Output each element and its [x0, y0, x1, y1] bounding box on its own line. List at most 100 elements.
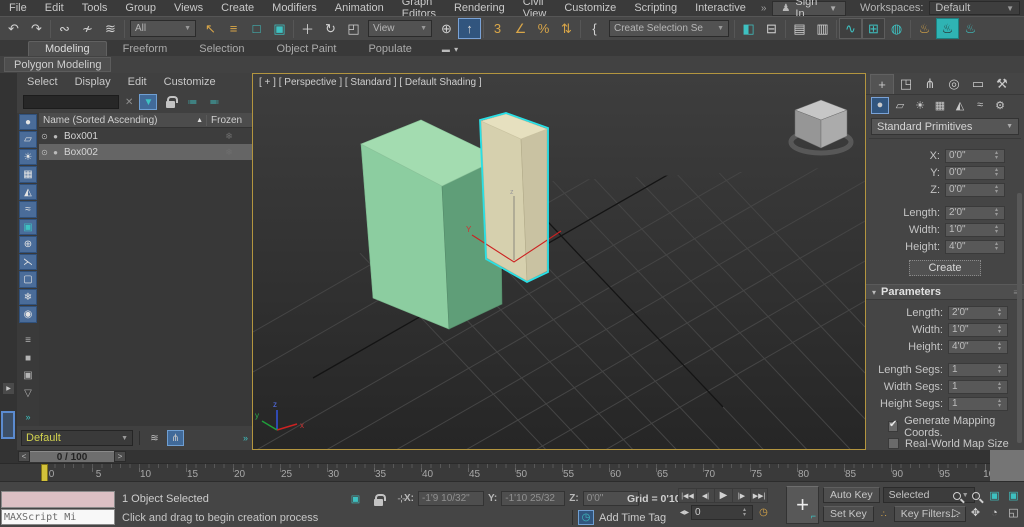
auto-key-button[interactable]: Auto Key: [823, 487, 880, 503]
redo-button[interactable]: ↷: [25, 18, 48, 39]
manage-layers-button[interactable]: ▤: [788, 18, 811, 39]
sync-selection-toggle[interactable]: ≕: [205, 94, 223, 110]
window-crossing-toggle[interactable]: ▣: [268, 18, 291, 39]
table-row-box002[interactable]: ⊙ ● Box002 ❄: [39, 144, 252, 160]
select-by-name-button[interactable]: ≡: [222, 18, 245, 39]
custom-filter-button[interactable]: ▽: [19, 385, 37, 401]
menu-views[interactable]: Views: [165, 0, 212, 16]
rendered-frame-window-button[interactable]: ♨: [936, 18, 959, 39]
clear-search-icon[interactable]: ✕: [123, 97, 135, 108]
sort-by-layer-button[interactable]: ≋: [146, 430, 163, 446]
edit-named-selection-sets-button[interactable]: {: [583, 18, 606, 39]
play-button[interactable]: ▶: [714, 488, 732, 503]
menu-group[interactable]: Group: [116, 0, 165, 16]
coord-y-field[interactable]: -1'10 25/32: [501, 491, 565, 506]
object-category-dropdown[interactable]: Standard Primitives ▼: [871, 118, 1019, 135]
create-button[interactable]: Create: [909, 260, 981, 276]
select-and-place-button[interactable]: ↑: [458, 18, 481, 39]
explorer-menu-select[interactable]: Select: [27, 76, 58, 88]
panel-tab-display[interactable]: ▭: [966, 74, 990, 94]
current-frame-field[interactable]: 0: [691, 505, 753, 520]
category-space-warps[interactable]: ≈: [971, 97, 989, 114]
explorer-menu-edit[interactable]: Edit: [128, 76, 147, 88]
menu-scripting[interactable]: Scripting: [625, 0, 686, 16]
next-frame-button[interactable]: |▶: [732, 488, 750, 503]
selection-lock-toggle[interactable]: [371, 492, 386, 507]
undo-button[interactable]: ↶: [2, 18, 25, 39]
zoom-button[interactable]: [947, 487, 966, 504]
select-and-scale-button[interactable]: ◰: [342, 18, 365, 39]
category-helpers[interactable]: ◭: [951, 97, 969, 114]
filter-geometry-button[interactable]: ●: [19, 114, 37, 130]
zoom-all-button[interactable]: [966, 487, 985, 504]
column-frozen-header[interactable]: Frozen: [206, 115, 252, 126]
menu-rendering[interactable]: Rendering: [445, 0, 514, 16]
filter-space-warps-button[interactable]: ≈: [19, 201, 37, 217]
snaps-toggle[interactable]: 3: [486, 18, 509, 39]
filter-containers-button[interactable]: ▢: [19, 271, 37, 287]
spinner[interactable]: [995, 363, 1004, 376]
unlink-selection-button[interactable]: ≁: [76, 18, 99, 39]
viewport-layout-tab[interactable]: [1, 411, 15, 439]
curve-editor-button[interactable]: ∿: [839, 18, 862, 39]
filter-cameras-button[interactable]: ▦: [19, 166, 37, 182]
sort-by-hierarchy-button[interactable]: ⋔: [167, 430, 184, 446]
panel-tab-utilities[interactable]: ⚒: [990, 74, 1014, 94]
track-bar[interactable]: 0510152025303540455055606570758085909510…: [0, 463, 990, 481]
spinner[interactable]: [992, 166, 1001, 179]
menu-modifiers[interactable]: Modifiers: [263, 0, 326, 16]
selection-filter-dropdown[interactable]: All▼: [130, 20, 196, 37]
view-cube[interactable]: [791, 100, 851, 153]
checkbox[interactable]: [888, 438, 899, 449]
menu-animation[interactable]: Animation: [326, 0, 393, 16]
named-selection-sets-dropdown[interactable]: Create Selection Se▼: [609, 20, 729, 37]
column-name-header[interactable]: Name (Sorted Ascending) ▲: [39, 115, 206, 126]
material-editor-button[interactable]: ◍: [885, 18, 908, 39]
more-filters-chevron[interactable]: »: [19, 408, 37, 424]
schematic-view-button[interactable]: ⊞: [862, 18, 885, 39]
zoom-extents-all-button[interactable]: ▣: [1004, 487, 1023, 504]
use-pivot-point-center-button[interactable]: ⊕: [435, 18, 458, 39]
scene-explorer-toggle[interactable]: ▥: [811, 18, 834, 39]
polygon-modeling-tab[interactable]: Polygon Modeling: [4, 57, 111, 72]
frozen-snowflake-icon[interactable]: ❄: [206, 147, 252, 158]
select-object-button[interactable]: ↖: [199, 18, 222, 39]
frozen-snowflake-icon[interactable]: ❄: [206, 131, 252, 142]
zoom-extents-button[interactable]: ▣: [985, 487, 1004, 504]
checkbox[interactable]: [888, 421, 898, 432]
panel-tab-modify[interactable]: ◳: [894, 74, 918, 94]
visibility-eye-icon[interactable]: ⊙: [39, 148, 50, 157]
spinner[interactable]: [740, 506, 749, 519]
orbit-button[interactable]: ◔: [985, 504, 1004, 521]
panel-tab-hierarchy[interactable]: ⋔: [918, 74, 942, 94]
previous-frame-button[interactable]: ◀|: [696, 488, 714, 503]
menu-overflow-chevron[interactable]: »: [755, 3, 773, 14]
footer-more-chevron[interactable]: »: [243, 433, 248, 443]
render-production-button[interactable]: ♨: [959, 18, 982, 39]
menu-civil-view[interactable]: Civil View: [514, 0, 556, 16]
previous-frame-arrow[interactable]: <: [18, 451, 30, 462]
perspective-viewport[interactable]: [ + ] [ Perspective ] [ Standard ] [ Def…: [252, 73, 866, 450]
render-setup-button[interactable]: ♨: [913, 18, 936, 39]
menu-create[interactable]: Create: [212, 0, 263, 16]
category-systems[interactable]: ⚙: [991, 97, 1009, 114]
select-and-link-button[interactable]: ∾: [53, 18, 76, 39]
filter-shapes-button[interactable]: ▱: [19, 131, 37, 147]
toggle-display-influences-button[interactable]: ▣: [19, 368, 37, 384]
category-lights[interactable]: ☀: [911, 97, 929, 114]
maximize-viewport-toggle[interactable]: ◱: [1004, 504, 1023, 521]
isolate-selection-toggle[interactable]: ▣: [348, 492, 363, 507]
ribbon-minimize-toggle[interactable]: ▬ ▾: [442, 45, 459, 56]
menu-file[interactable]: File: [0, 0, 36, 16]
panel-scrollbar[interactable]: [1017, 193, 1022, 443]
panel-tab-create[interactable]: +: [870, 74, 894, 94]
spinner[interactable]: [995, 323, 1004, 336]
spinner[interactable]: [992, 223, 1001, 236]
time-configuration-button[interactable]: ◷: [755, 505, 772, 520]
category-geometry[interactable]: ●: [871, 97, 889, 114]
parameters-rollout-header[interactable]: ▾ Parameters ≡: [866, 284, 1024, 300]
category-shapes[interactable]: ▱: [891, 97, 909, 114]
menu-interactive[interactable]: Interactive: [686, 0, 755, 16]
time-slider-handle[interactable]: < 0 / 100 >: [18, 451, 126, 462]
filter-bones-button[interactable]: ⋋: [19, 254, 37, 270]
